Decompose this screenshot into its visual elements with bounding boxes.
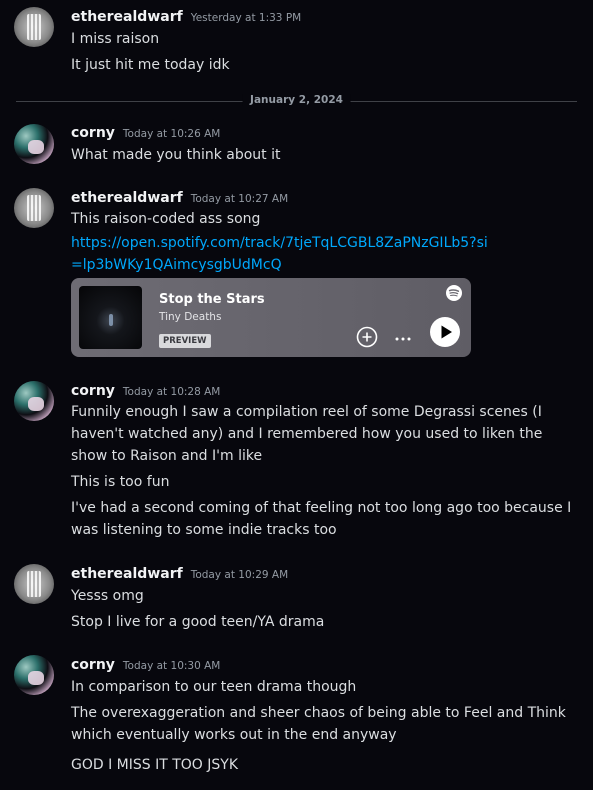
avatar-corny[interactable] (14, 655, 54, 695)
more-icon[interactable] (391, 326, 415, 348)
spotify-link[interactable]: https://open.spotify.com/track/7tjeTqLCG… (71, 232, 491, 276)
spotify-icon[interactable] (446, 285, 462, 301)
username[interactable]: etherealdwarf (71, 566, 183, 582)
message-text: This raison-coded ass song (71, 211, 261, 227)
message-text: It just hit me today idk (71, 57, 230, 73)
message-header: corny Today at 10:28 AM (71, 383, 220, 399)
username[interactable]: corny (71, 657, 115, 673)
message-text: I've had a second coming of that feeling… (71, 500, 572, 538)
spotify-embed[interactable]: Stop the Stars Tiny Deaths PREVIEW (71, 278, 471, 357)
timestamp: Today at 10:30 AM (122, 660, 221, 672)
album-art[interactable] (79, 286, 142, 349)
avatar-corny[interactable] (14, 124, 54, 164)
add-icon[interactable] (356, 326, 378, 348)
message-text: This is too fun (71, 474, 170, 490)
username[interactable]: corny (71, 125, 115, 141)
track-title[interactable]: Stop the Stars (159, 292, 265, 307)
message-header: etherealdwarf Yesterday at 1:33 PM (71, 9, 301, 25)
message-header: corny Today at 10:26 AM (71, 125, 220, 141)
timestamp: Today at 10:27 AM (190, 193, 289, 205)
avatar-corny[interactable] (14, 381, 54, 421)
username[interactable]: etherealdwarf (71, 9, 183, 25)
message-header: etherealdwarf Today at 10:27 AM (71, 190, 288, 206)
message-text: GOD I MISS IT TOO JSYK (71, 757, 239, 773)
timestamp: Today at 10:28 AM (122, 386, 221, 398)
message-text: What made you think about it (71, 147, 281, 163)
timestamp: Today at 10:29 AM (190, 569, 289, 581)
username[interactable]: corny (71, 383, 115, 399)
message-text: Stop I live for a good teen/YA drama (71, 614, 325, 630)
message-header: corny Today at 10:30 AM (71, 657, 220, 673)
date-divider-label: January 2, 2024 (242, 94, 351, 106)
message-header: etherealdwarf Today at 10:29 AM (71, 566, 288, 582)
track-artist[interactable]: Tiny Deaths (159, 311, 221, 323)
message-text: Funnily enough I saw a compilation reel … (71, 404, 543, 464)
timestamp: Yesterday at 1:33 PM (190, 12, 302, 24)
message-text: The overexaggeration and sheer chaos of … (71, 705, 566, 743)
play-icon[interactable] (430, 317, 460, 347)
message-text: Yesss omg (71, 588, 144, 604)
preview-badge: PREVIEW (159, 334, 211, 348)
message-text: I miss raison (71, 31, 160, 47)
username[interactable]: etherealdwarf (71, 190, 183, 206)
avatar-etherealdwarf[interactable] (14, 564, 54, 604)
message-text: In comparison to our teen drama though (71, 679, 357, 695)
avatar-etherealdwarf[interactable] (14, 7, 54, 47)
timestamp: Today at 10:26 AM (122, 128, 221, 140)
avatar-etherealdwarf[interactable] (14, 188, 54, 228)
